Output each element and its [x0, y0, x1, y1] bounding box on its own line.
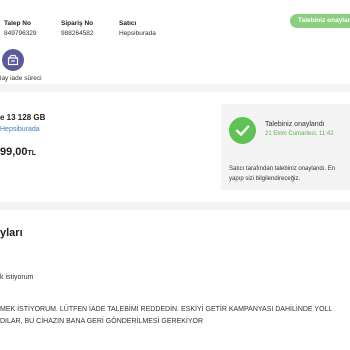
return-box-icon: [7, 54, 19, 66]
price-amount: 99,00: [0, 146, 28, 158]
return-note-line2: DILAR, BU CİHAZIN BANA GERİ GÖNDERİLMESİ…: [0, 318, 204, 325]
siparis-no-label: Sipariş No: [61, 20, 94, 27]
check-icon: [235, 125, 250, 136]
section-divider: [0, 84, 350, 92]
talep-no-label: Talep No: [4, 20, 31, 27]
status-card-message-line2: yapıp sizi bilgilendireceğiz.: [229, 176, 301, 182]
satici-value: Hepsiburada: [119, 30, 156, 37]
product-price: 99,00TL: [0, 142, 36, 160]
status-card-message-line1: Satıcı tarafından talebiniz onaylandı. E…: [229, 166, 336, 172]
product-name[interactable]: e 13 128 GB: [0, 113, 45, 122]
status-card-date: 21 Ekim Cumartesi, 11:42: [265, 131, 334, 137]
section-divider: [0, 202, 350, 210]
return-reason: k istiyorum: [0, 274, 34, 281]
details-title: yları: [0, 227, 23, 239]
price-currency: TL: [27, 150, 37, 157]
timeline-step[interactable]: [2, 49, 24, 71]
status-card-title: Talebiniz onaylandı: [265, 121, 325, 128]
product-seller-link[interactable]: Hepsiburada: [0, 126, 40, 133]
siparis-no-value: 988264582: [61, 30, 94, 37]
return-note-line1: MEK İSTİYORUM. LÜTFEN İADE TALEBİMİ REDD…: [0, 306, 333, 313]
satici-label: Satıcı: [119, 20, 137, 27]
talep-no-value: 849796329: [4, 30, 37, 37]
timeline-label: lay iade süreci: [0, 75, 42, 82]
approved-status: [229, 117, 256, 144]
status-badge: Talebiniz onaylan: [290, 14, 350, 28]
